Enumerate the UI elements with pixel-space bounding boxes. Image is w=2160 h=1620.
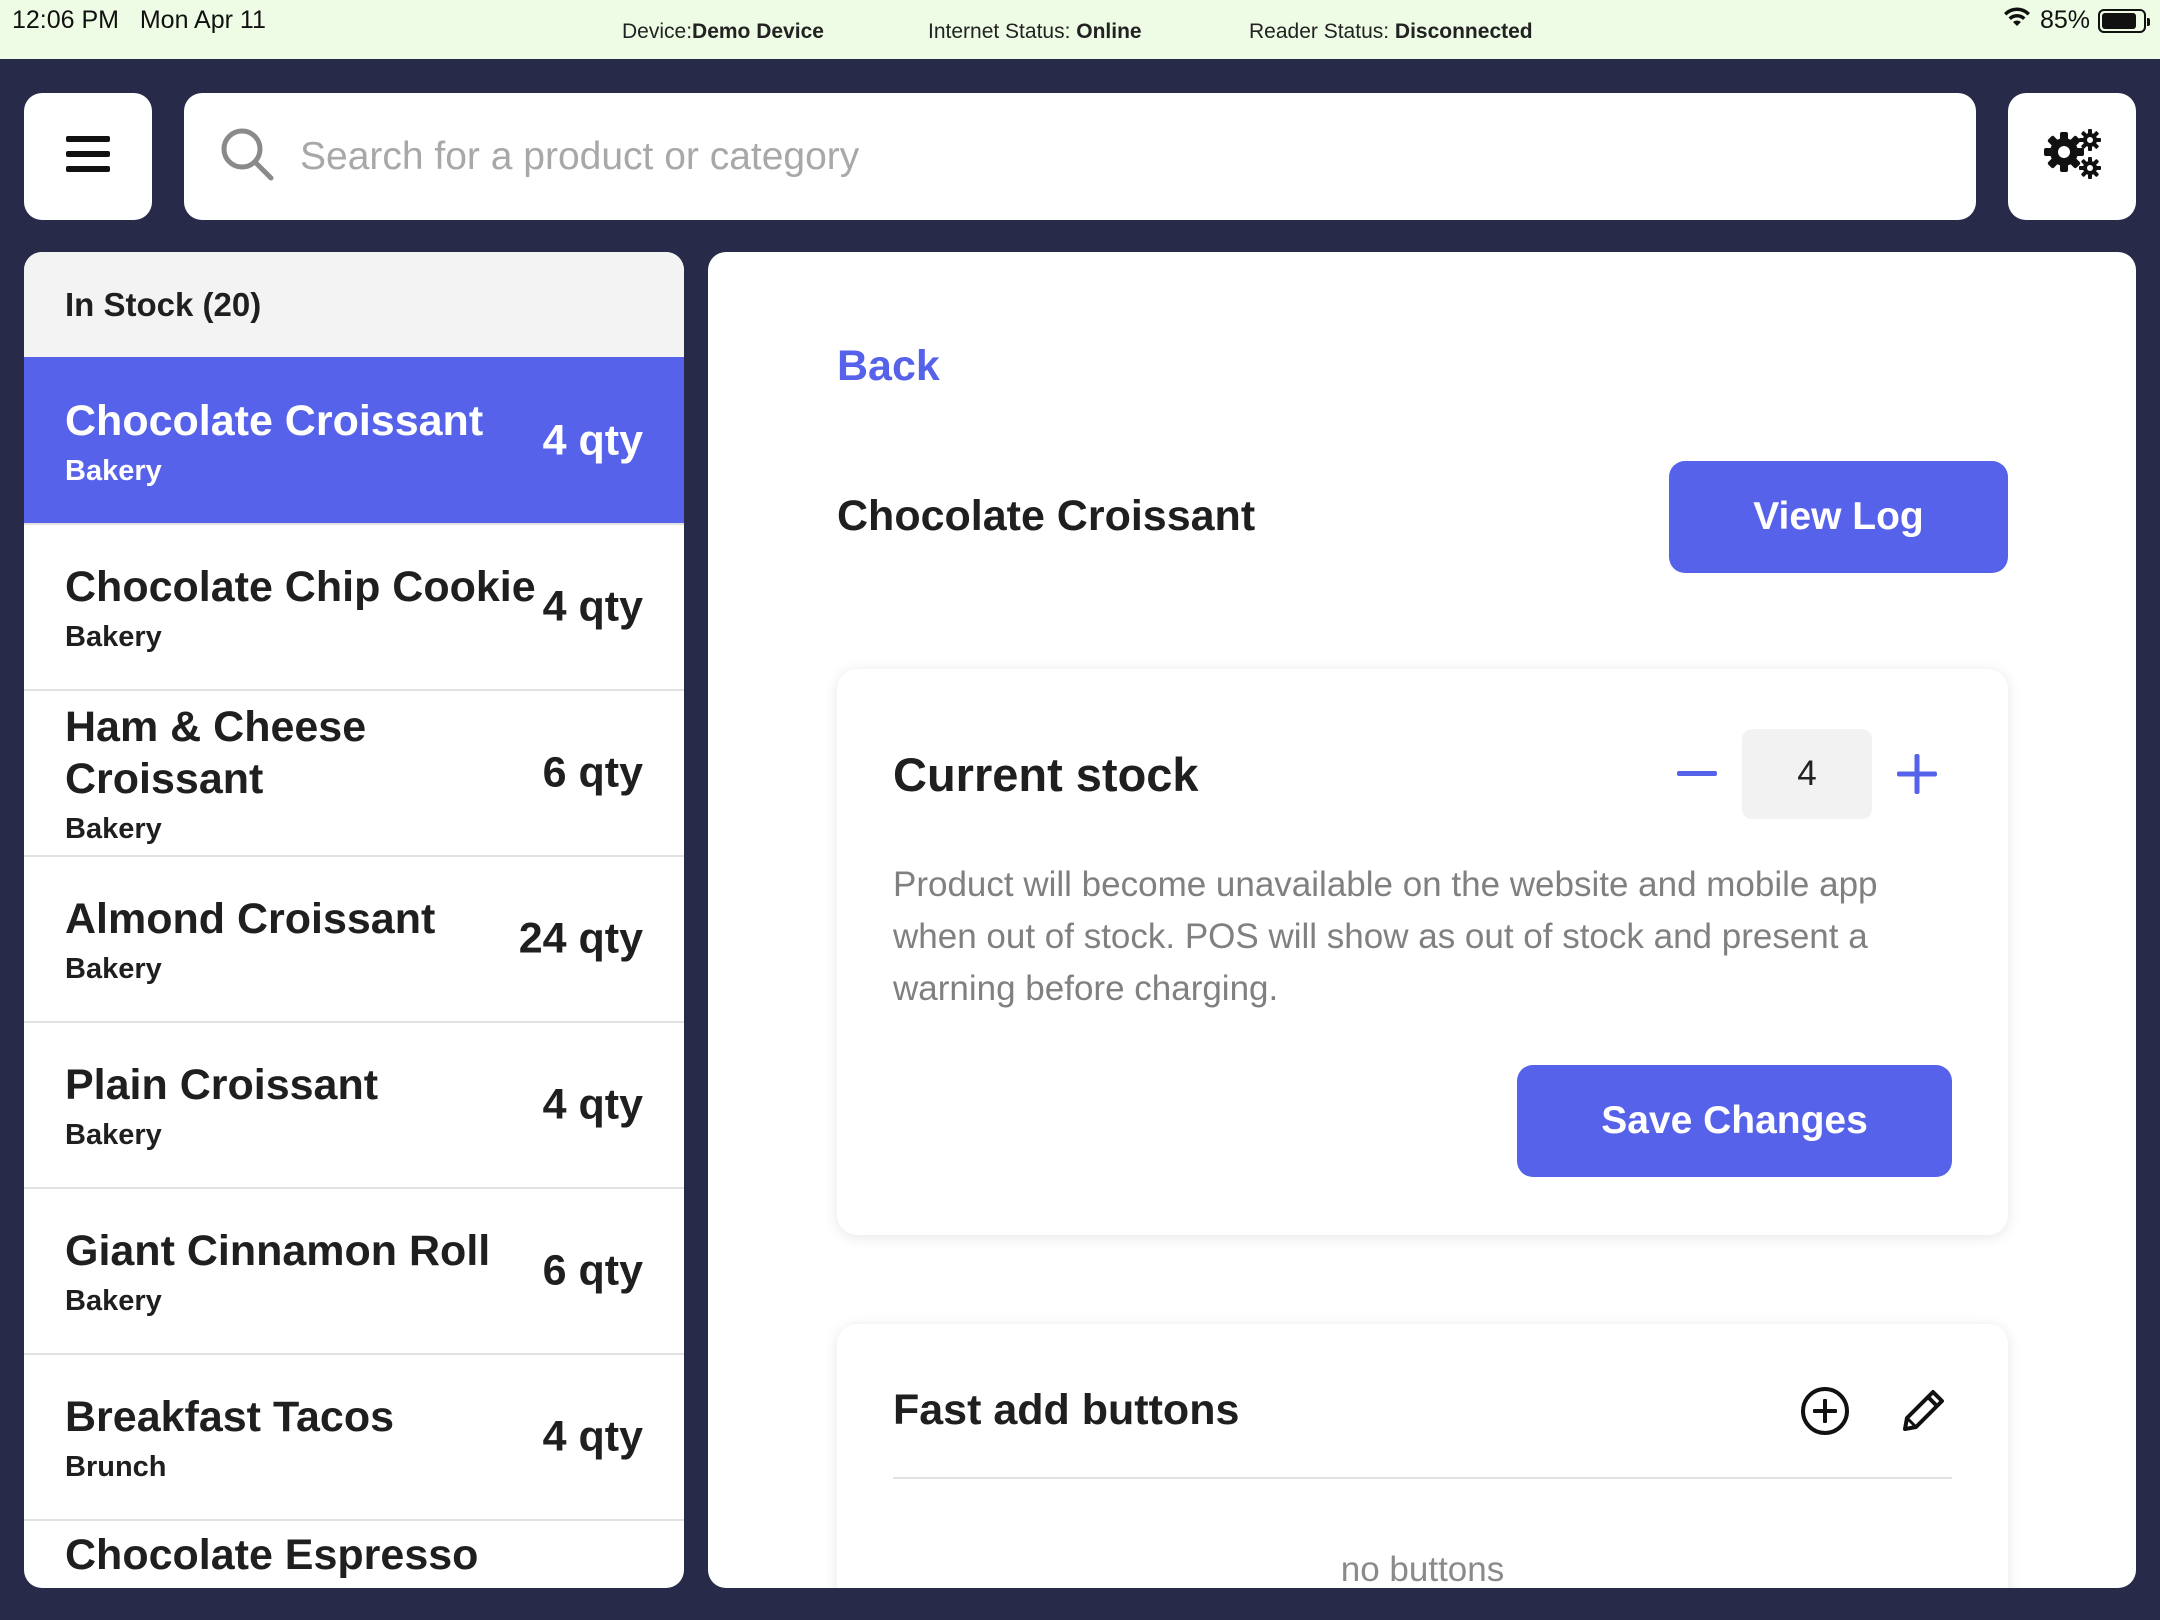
battery-icon: [2098, 8, 2150, 33]
view-log-button[interactable]: View Log: [1669, 461, 2008, 573]
list-item[interactable]: Plain Croissant Bakery 4 qty: [24, 1021, 684, 1187]
item-name: Almond Croissant: [65, 894, 436, 943]
status-right: 85%: [2002, 5, 2150, 36]
fast-add-card: Fast add buttons no buttons: [837, 1324, 2008, 1588]
status-bar: 12:06 PM Mon Apr 11 Device:Demo Device I…: [0, 0, 2160, 59]
minus-icon: [1677, 771, 1717, 776]
internet-value: Online: [1076, 20, 1142, 43]
item-name: Giant Cinnamon Roll: [65, 1226, 491, 1275]
back-link[interactable]: Back: [837, 342, 940, 391]
list-item[interactable]: Almond Croissant Bakery 24 qty: [24, 855, 684, 1021]
edit-fast-buttons[interactable]: [1894, 1382, 1952, 1440]
reader-value: Disconnected: [1394, 20, 1533, 43]
status-time: 12:06 PM: [12, 6, 120, 34]
fast-add-title: Fast add buttons: [893, 1386, 1240, 1434]
decrement-button[interactable]: [1662, 729, 1732, 819]
wifi-icon: [2002, 5, 2032, 36]
search-input[interactable]: [300, 134, 1900, 179]
menu-button[interactable]: [24, 93, 152, 220]
divider: [893, 1477, 1952, 1479]
quantity-stepper: 4: [1662, 729, 1952, 819]
item-category: Bakery: [65, 812, 162, 845]
stock-list-panel: In Stock (20) Chocolate Croissant Bakery…: [24, 252, 684, 1588]
fast-add-actions: [1796, 1382, 1952, 1440]
item-name: Breakfast Tacos: [65, 1392, 395, 1441]
add-circle-icon: [1801, 1387, 1849, 1435]
item-qty: 4 qty: [542, 582, 643, 631]
settings-button[interactable]: [2008, 93, 2136, 220]
status-time-date: 12:06 PM Mon Apr 11: [12, 6, 266, 35]
item-name: Plain Croissant: [65, 1060, 379, 1109]
status-date: Mon Apr 11: [139, 6, 266, 34]
list-item[interactable]: Chocolate Espresso: [24, 1519, 684, 1588]
item-name: Chocolate Chip Cookie: [65, 562, 536, 611]
item-qty: 4 qty: [542, 416, 643, 465]
internet-status: Internet Status: Online: [928, 20, 1142, 44]
current-stock-card: Current stock 4 Product will become unav…: [837, 669, 2008, 1235]
reader-status: Reader Status: Disconnected: [1249, 20, 1533, 44]
add-fast-button[interactable]: [1796, 1382, 1854, 1440]
list-item[interactable]: Chocolate Chip Cookie Bakery 4 qty: [24, 523, 684, 689]
gears-icon: [2040, 126, 2104, 187]
battery-percent: 85%: [2039, 6, 2090, 34]
stock-value[interactable]: 4: [1742, 729, 1872, 819]
list-header: In Stock (20): [24, 252, 684, 357]
device-label: Device:: [622, 20, 693, 43]
item-name: Ham & Cheese Croissant: [65, 702, 367, 803]
no-buttons-text: no buttons: [1340, 1550, 1505, 1588]
list-item[interactable]: Ham & Cheese Croissant Bakery 6 qty: [24, 689, 684, 855]
pencil-icon: [1903, 1390, 1944, 1431]
product-detail-panel: Back Chocolate Croissant View Log Curren…: [708, 252, 2136, 1588]
plus-icon: [1897, 754, 1937, 794]
item-name: Chocolate Espresso: [65, 1531, 479, 1579]
item-name: Chocolate Croissant: [65, 396, 484, 445]
search-bar[interactable]: [184, 93, 1976, 220]
product-title: Chocolate Croissant: [837, 492, 1256, 540]
list-item[interactable]: Breakfast Tacos Brunch 4 qty: [24, 1353, 684, 1519]
stock-description: Product will become unavailable on the w…: [893, 865, 1878, 1008]
reader-label: Reader Status:: [1249, 20, 1395, 43]
device-status: Device:Demo Device: [622, 20, 824, 44]
item-qty: 6 qty: [542, 1246, 643, 1295]
device-value: Demo Device: [692, 20, 824, 43]
item-qty: 4 qty: [542, 1412, 643, 1461]
list-item[interactable]: Giant Cinnamon Roll Bakery 6 qty: [24, 1187, 684, 1353]
item-qty: 24 qty: [518, 914, 643, 963]
increment-button[interactable]: [1882, 729, 1952, 819]
item-qty: 6 qty: [542, 748, 643, 797]
list-item[interactable]: Chocolate Croissant Bakery 4 qty: [24, 357, 684, 523]
item-qty: 4 qty: [542, 1080, 643, 1129]
save-changes-button[interactable]: Save Changes: [1517, 1065, 1952, 1177]
search-icon: [218, 125, 276, 188]
current-stock-title: Current stock: [893, 748, 1199, 801]
hamburger-menu-icon: [66, 134, 110, 179]
internet-label: Internet Status:: [928, 20, 1077, 43]
